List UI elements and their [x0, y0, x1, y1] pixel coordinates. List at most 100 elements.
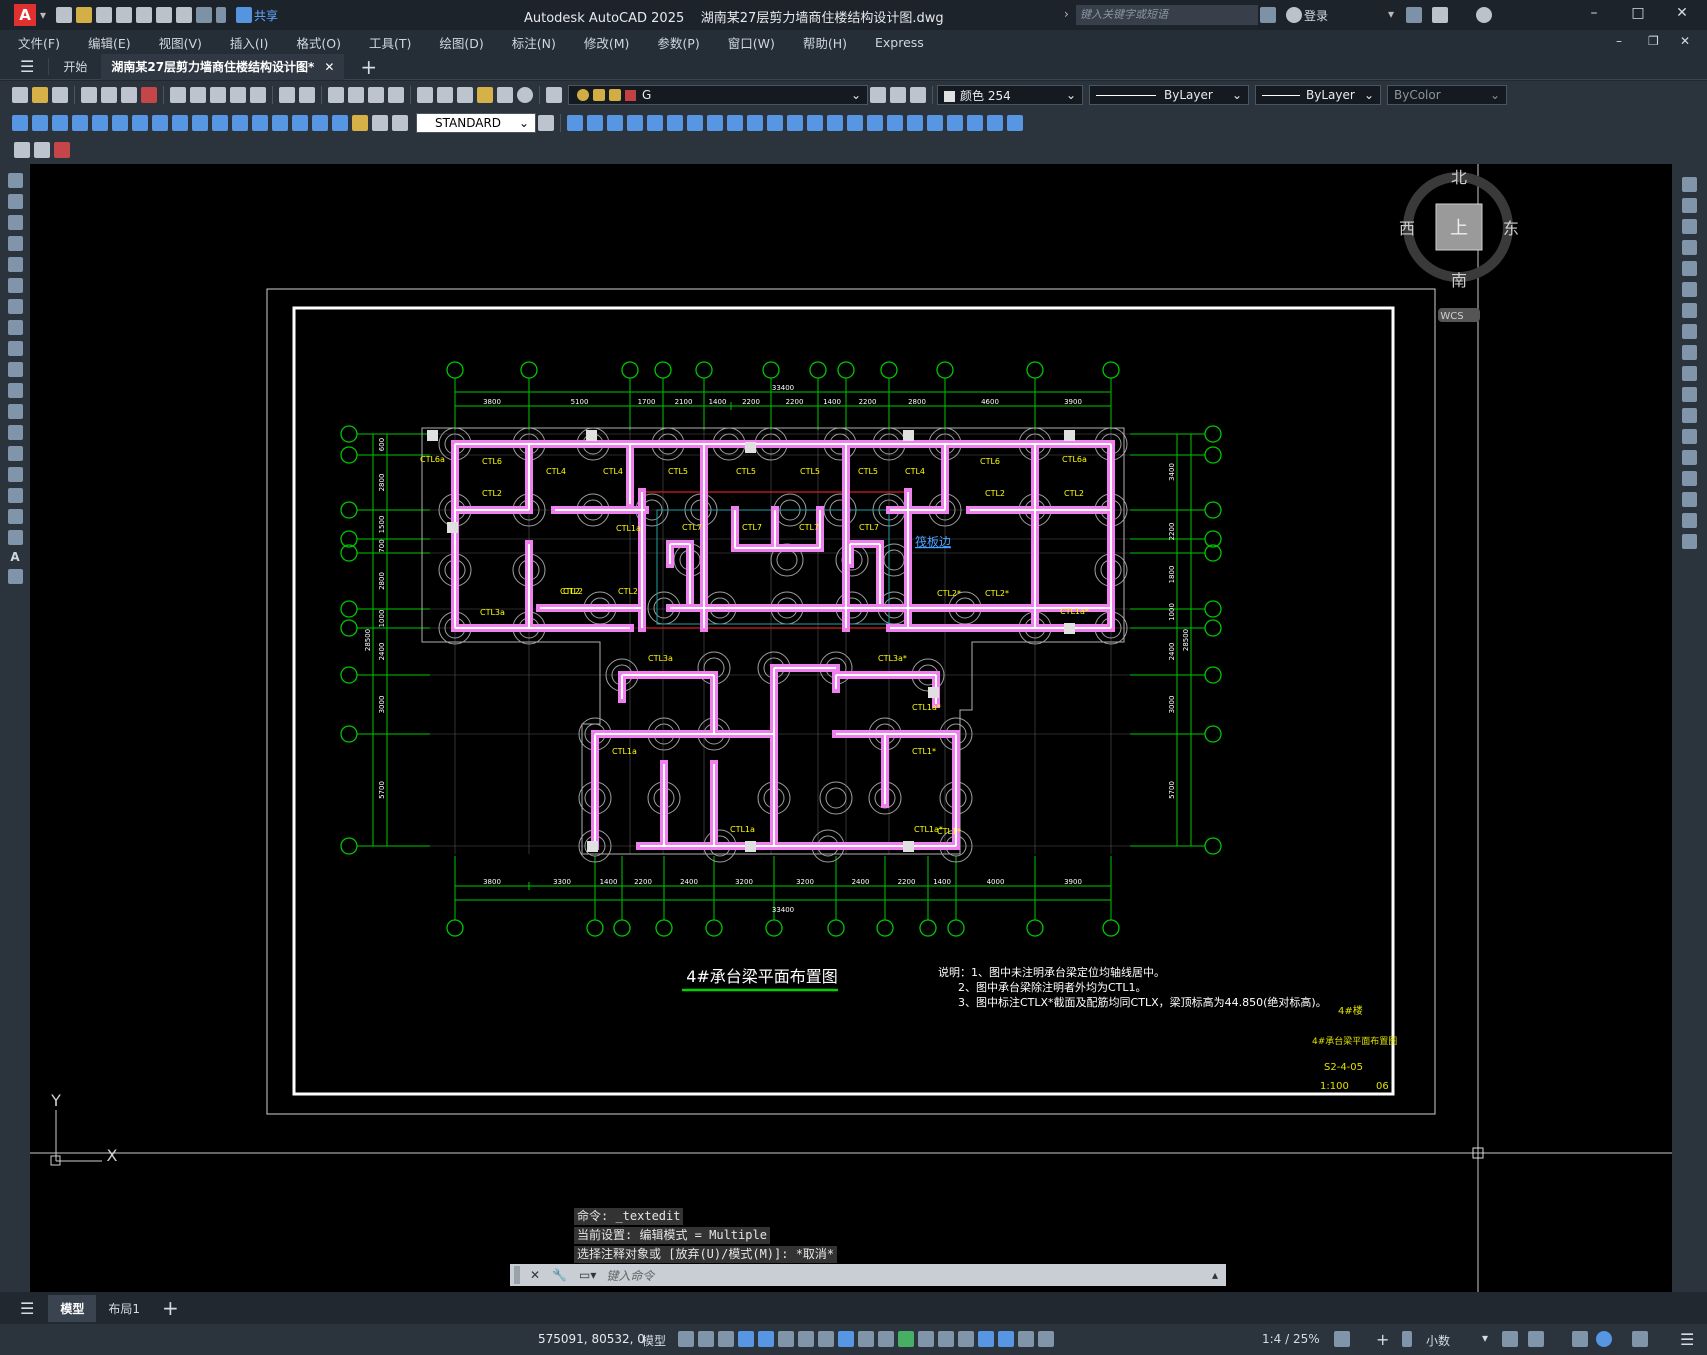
- annotation-monitor-icon[interactable]: +: [1376, 1330, 1389, 1349]
- user-icon[interactable]: [1286, 7, 1302, 23]
- gizmo-icon[interactable]: [978, 1331, 994, 1347]
- xline-icon[interactable]: [7, 194, 23, 209]
- save-icon[interactable]: [96, 7, 113, 23]
- dimstyle-chevron-down-icon[interactable]: ⌄: [519, 116, 529, 130]
- scale-tool-icon[interactable]: [1682, 324, 1697, 339]
- plotstyle-dropdown[interactable]: ByColor ⌄: [1387, 85, 1507, 105]
- explode-icon[interactable]: [867, 114, 883, 131]
- share-icon[interactable]: [236, 7, 253, 23]
- command-close-icon[interactable]: ✕: [530, 1268, 540, 1282]
- spline-icon[interactable]: [7, 341, 23, 356]
- sync-attribute-icon[interactable]: [34, 142, 50, 158]
- undo-icon[interactable]: [176, 7, 193, 23]
- share-button[interactable]: 共享: [254, 7, 278, 24]
- dim-space-icon[interactable]: [232, 114, 248, 131]
- zoom-window-icon[interactable]: [368, 87, 384, 103]
- center-mark-icon[interactable]: [292, 114, 308, 131]
- lock-ui-icon[interactable]: [1528, 1331, 1544, 1347]
- command-grip[interactable]: [514, 1266, 520, 1284]
- ortho-icon[interactable]: [758, 1331, 774, 1347]
- search-icon[interactable]: [1260, 7, 1276, 23]
- login-chevron-icon[interactable]: ▾: [1388, 7, 1394, 21]
- join-tool-icon[interactable]: [1682, 450, 1697, 465]
- layer-previous-icon[interactable]: [890, 87, 906, 103]
- array-icon[interactable]: [647, 114, 663, 131]
- dynamic-ucs-icon[interactable]: [738, 1331, 754, 1347]
- hardware-acceleration-icon[interactable]: [1596, 1331, 1612, 1347]
- plot-icon[interactable]: [81, 87, 97, 103]
- coordinates-readout[interactable]: 575091, 80532, 0: [538, 1332, 645, 1346]
- command-history-up-icon[interactable]: ▴: [1212, 1268, 1218, 1282]
- rectangle-icon[interactable]: [7, 257, 23, 272]
- paste-icon[interactable]: [210, 87, 226, 103]
- dim-diameter-icon[interactable]: [132, 114, 148, 131]
- break-tool-icon[interactable]: [1682, 429, 1697, 444]
- qdim-icon[interactable]: [172, 114, 188, 131]
- viewcube-south[interactable]: 南: [1451, 271, 1467, 290]
- fillet-icon[interactable]: [847, 114, 863, 131]
- mtext-icon[interactable]: A: [10, 550, 19, 564]
- matchprop-icon[interactable]: [230, 87, 246, 103]
- blockedit-icon[interactable]: [987, 114, 1003, 131]
- erase-tool-icon[interactable]: [1682, 177, 1697, 192]
- add-selected-icon[interactable]: [7, 569, 23, 584]
- layer-properties-icon[interactable]: [546, 87, 562, 103]
- break-point-icon[interactable]: [1682, 408, 1697, 423]
- redo-icon[interactable]: [299, 87, 315, 103]
- toolpalettes-icon[interactable]: [457, 87, 473, 103]
- annotation-scale-value[interactable]: 1:4 / 25%: [1262, 1332, 1320, 1346]
- break-icon[interactable]: [787, 114, 803, 131]
- new-file-icon[interactable]: [56, 7, 73, 23]
- properties-icon[interactable]: [417, 87, 433, 103]
- layer-freeze-icon[interactable]: [593, 89, 605, 101]
- gradient-icon[interactable]: [7, 488, 23, 503]
- erase-icon[interactable]: [567, 114, 583, 131]
- color-chevron-down-icon[interactable]: ⌄: [1066, 88, 1076, 102]
- polyline-icon[interactable]: [7, 215, 23, 230]
- transparency-icon[interactable]: [878, 1331, 894, 1347]
- annotation-scale-icon[interactable]: [1038, 1331, 1054, 1347]
- selection-cycling-icon[interactable]: [898, 1331, 914, 1347]
- tab-active-drawing[interactable]: 湖南某27层剪力墙商住楼结构设计图* ✕: [101, 53, 345, 80]
- trim-icon[interactable]: [747, 114, 763, 131]
- draworder-icon[interactable]: [887, 114, 903, 131]
- rotate-icon[interactable]: [687, 114, 703, 131]
- region-icon[interactable]: [7, 509, 23, 524]
- workspace-icon[interactable]: [1334, 1331, 1350, 1347]
- cut-icon[interactable]: [170, 87, 186, 103]
- layout-menu-icon[interactable]: ☰: [20, 1299, 34, 1318]
- app-logo[interactable]: A: [14, 4, 36, 26]
- menu-parametric[interactable]: 参数(P): [657, 33, 699, 52]
- save-as-icon[interactable]: [116, 7, 133, 23]
- arc-icon[interactable]: [7, 278, 23, 293]
- publish-icon[interactable]: [136, 7, 153, 23]
- drawing-svg[interactable]: Y X 3800 5100 1700 2100 1400 2200 2200 1400 2200…: [30, 164, 1672, 1292]
- dim-radius-icon[interactable]: [92, 114, 108, 131]
- open-file-icon[interactable]: [76, 7, 93, 23]
- infer-icon[interactable]: [718, 1331, 734, 1347]
- offset-tool-icon[interactable]: [1682, 240, 1697, 255]
- jogged-linear-icon[interactable]: [332, 114, 348, 131]
- minimize-button[interactable]: –: [1574, 5, 1614, 21]
- doc-minimize-button[interactable]: –: [1616, 34, 1622, 48]
- make-block-icon[interactable]: [7, 425, 23, 440]
- hatch-icon[interactable]: [7, 467, 23, 482]
- menu-format[interactable]: 格式(O): [296, 33, 341, 52]
- dim-edit-icon[interactable]: [352, 114, 368, 131]
- viewcube[interactable]: 上 北 南 西 东 WCS: [1399, 168, 1519, 322]
- dim-aligned-icon[interactable]: [32, 114, 48, 131]
- edit-attribute-icon[interactable]: [14, 142, 30, 158]
- hamburger-menu-icon[interactable]: ☰: [20, 57, 34, 76]
- dim-text-edit-icon[interactable]: [372, 114, 388, 131]
- tolerance-icon[interactable]: [272, 114, 288, 131]
- attedit-icon[interactable]: [967, 114, 983, 131]
- close-button[interactable]: ✕: [1662, 5, 1702, 21]
- isolate-objects-icon[interactable]: [1572, 1331, 1588, 1347]
- chamfer-tool-icon[interactable]: [1682, 471, 1697, 486]
- snap-icon[interactable]: [698, 1331, 714, 1347]
- inspection-icon[interactable]: [312, 114, 328, 131]
- drawing-canvas[interactable]: Y X 3800 5100 1700 2100 1400 2200 2200 1400 2200…: [30, 164, 1672, 1292]
- lineweight-icon[interactable]: [858, 1331, 874, 1347]
- attribute-manager-icon[interactable]: [54, 142, 70, 158]
- doc-restore-button[interactable]: ❐: [1648, 34, 1659, 48]
